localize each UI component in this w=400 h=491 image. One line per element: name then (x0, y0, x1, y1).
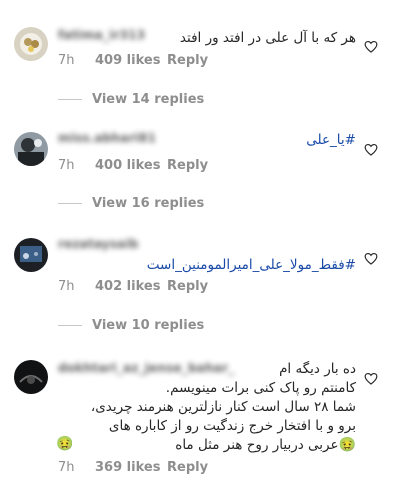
heart-outline-icon[interactable] (364, 40, 378, 53)
divider-line (58, 99, 82, 100)
comment-text-line-2: کامنتم رو پاک کنی برات مینویسم. (165, 380, 356, 396)
view-replies-button[interactable]: View 16 replies (58, 196, 204, 211)
avatar[interactable] (14, 238, 48, 272)
reply-button[interactable]: Reply (167, 158, 208, 173)
divider-line (58, 325, 82, 326)
comment-text-line-1: ده بار دیگه ام (279, 361, 356, 377)
comment-likes[interactable]: 369 likes (95, 460, 167, 475)
comment-text-line-5: 🤢عربی دربیار روح هنر مثل ماه (175, 436, 356, 455)
avatar-image-icon (14, 238, 48, 272)
heart-outline-icon[interactable] (364, 252, 378, 265)
comment-username[interactable]: fatima_ir313 (58, 28, 145, 42)
comment-meta: 7h 369 likes Reply (58, 460, 208, 475)
comment-username[interactable]: dokhtari_az_jense_bahar_ (58, 361, 234, 375)
comment-time: 7h (58, 158, 75, 173)
heart-outline-icon[interactable] (364, 143, 378, 156)
view-replies-label: View 10 replies (92, 318, 205, 333)
comment-text: هر که با آل علی در افتد ور افتد (179, 30, 356, 46)
avatar[interactable] (14, 360, 48, 394)
view-replies-label: View 14 replies (92, 92, 205, 107)
avatar-image-icon (14, 360, 48, 394)
comment-hashtag-link[interactable]: #فقط_مولا_علی_امیرالمومنین_است (147, 256, 356, 275)
comment-time: 7h (58, 460, 75, 475)
view-replies-button[interactable]: View 14 replies (58, 92, 204, 107)
comment-time: 7h (58, 53, 75, 68)
avatar[interactable] (14, 132, 48, 166)
avatar[interactable] (14, 27, 48, 61)
comment-likes[interactable]: 409 likes (95, 53, 167, 68)
avatar-image-icon (14, 132, 48, 166)
nauseated-face-emoji: 🤢 (338, 437, 356, 453)
reply-button[interactable]: Reply (167, 460, 208, 475)
reply-button[interactable]: Reply (167, 53, 208, 68)
avatar-image-icon (14, 27, 48, 61)
comment-likes[interactable]: 400 likes (95, 158, 167, 173)
comment-text-line-4: برو و با افتخار خرج زندگیت رو از کاباره … (108, 418, 356, 434)
comment-text-line-3: شما ۲۸ سال است کنار نازلترین هنرمند چرید… (90, 399, 356, 415)
view-replies-label: View 16 replies (92, 196, 205, 211)
comment-username[interactable]: miss.abhari81 (58, 131, 156, 145)
comment-meta: 7h 400 likes Reply (58, 158, 208, 173)
heart-outline-icon[interactable] (364, 372, 378, 385)
comment-text-line-5-label: عربی دربیار روح هنر مثل ماه (175, 437, 339, 453)
comment-time: 7h (58, 279, 75, 294)
comment-likes[interactable]: 402 likes (95, 279, 167, 294)
nauseated-face-emoji: 🤢 (56, 436, 74, 452)
comment-hashtag-link[interactable]: #یا_علی (306, 131, 356, 150)
comment-meta: 7h 402 likes Reply (58, 279, 208, 294)
divider-line (58, 203, 82, 204)
view-replies-button[interactable]: View 10 replies (58, 318, 204, 333)
comment-username[interactable]: rezataysaib (58, 237, 139, 251)
comment-meta: 7h 409 likes Reply (58, 53, 208, 68)
reply-button[interactable]: Reply (167, 279, 208, 294)
